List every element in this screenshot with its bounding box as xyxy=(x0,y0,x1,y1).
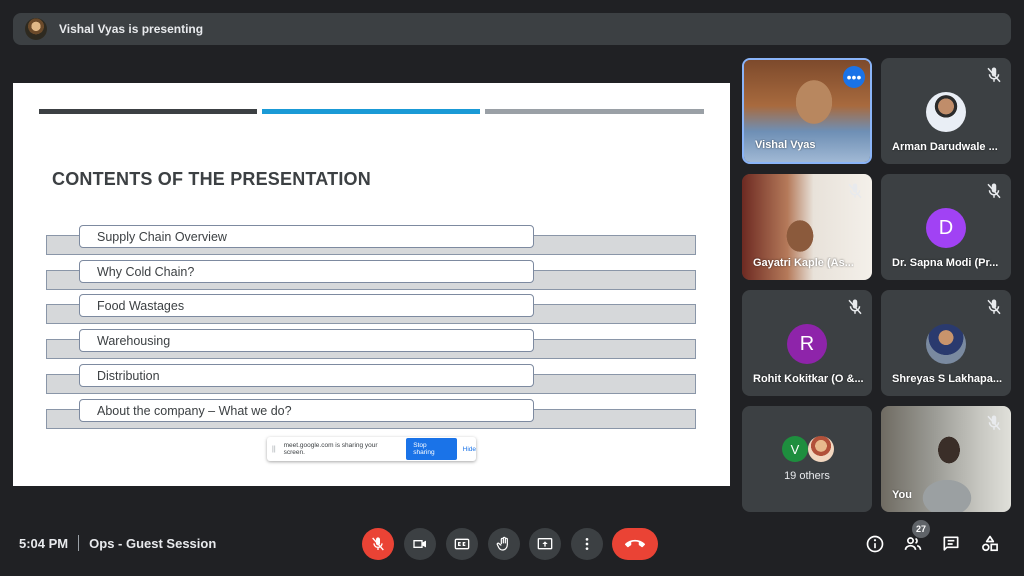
shared-screen: CONTENTS OF THE PRESENTATION Supply Chai… xyxy=(13,83,730,486)
contents-item: Food Wastages xyxy=(46,294,698,324)
avatar xyxy=(926,92,966,132)
contents-item: Warehousing xyxy=(46,329,698,359)
presenter-label: Vishal Vyas is presenting xyxy=(59,22,204,36)
contents-item: Distribution xyxy=(46,364,698,394)
presenter-bar: Vishal Vyas is presenting xyxy=(13,13,1011,45)
activities-button[interactable] xyxy=(978,532,1002,556)
participant-name: You xyxy=(892,489,912,501)
present-icon xyxy=(537,538,553,550)
screen-share-notice: || meet.google.com is sharing your scree… xyxy=(267,437,476,461)
contents-item: About the company – What we do? xyxy=(46,399,698,429)
participant-name: Arman Darudwale ... xyxy=(892,141,998,153)
hand-icon xyxy=(496,536,508,551)
present-screen-button[interactable] xyxy=(529,528,561,560)
mic-off-icon xyxy=(987,183,1001,199)
share-notice-text: meet.google.com is sharing your screen. xyxy=(283,442,378,456)
chat-button[interactable] xyxy=(939,532,963,556)
participant-name: Gayatri Kaple (As... xyxy=(753,257,854,269)
more-vert-icon xyxy=(585,538,589,550)
others-count: 19 others xyxy=(784,470,830,482)
meeting-details-button[interactable] xyxy=(863,532,887,556)
participant-tile-shreyas[interactable]: Shreyas S Lakhapa... xyxy=(881,290,1011,396)
more-options-button[interactable] xyxy=(571,528,603,560)
avatar: V xyxy=(782,436,808,462)
hide-button[interactable]: Hide xyxy=(463,446,476,453)
people-count-badge: 27 xyxy=(912,520,930,538)
mic-off-icon xyxy=(987,415,1001,431)
slide-bar-grey xyxy=(485,109,704,114)
slide-bar-dark xyxy=(39,109,257,114)
meeting-title: Ops - Guest Session xyxy=(89,535,217,551)
participant-tile-others[interactable]: V 19 others xyxy=(742,406,872,512)
camera-icon xyxy=(413,540,426,548)
participant-tile-gayatri[interactable]: Gayatri Kaple (As... xyxy=(742,174,872,280)
mic-off-icon xyxy=(372,537,384,551)
slide-bar-blue xyxy=(262,109,480,114)
stop-sharing-button[interactable]: Stop sharing xyxy=(406,438,457,460)
raise-hand-button[interactable] xyxy=(488,528,520,560)
mic-toggle-button[interactable] xyxy=(362,528,394,560)
participant-name: Dr. Sapna Modi (Pr... xyxy=(892,257,999,269)
leave-call-button[interactable] xyxy=(612,528,658,560)
captions-button[interactable] xyxy=(446,528,478,560)
mic-off-icon xyxy=(987,67,1001,83)
avatar: D xyxy=(926,208,966,248)
more-options-icon[interactable]: ••• xyxy=(843,66,865,88)
participant-tile-rohit[interactable]: R Rohit Kokitkar (O &... xyxy=(742,290,872,396)
contents-item: Why Cold Chain? xyxy=(46,260,698,290)
participant-tile-sapna[interactable]: D Dr. Sapna Modi (Pr... xyxy=(881,174,1011,280)
clock: 5:04 PM xyxy=(19,535,69,551)
contents-item: Supply Chain Overview xyxy=(46,225,698,255)
participant-tile-you[interactable]: You xyxy=(881,406,1011,512)
chat-icon xyxy=(943,536,959,551)
mic-off-icon xyxy=(987,299,1001,315)
mic-off-icon xyxy=(848,299,862,315)
mic-off-icon xyxy=(848,183,862,199)
participant-name: Shreyas S Lakhapa... xyxy=(892,373,1003,385)
participant-name: Vishal Vyas xyxy=(755,139,816,151)
closed-captions-icon xyxy=(454,538,470,550)
avatar xyxy=(808,436,834,462)
activities-icon xyxy=(982,535,998,552)
camera-toggle-button[interactable] xyxy=(404,528,436,560)
drag-handle-icon[interactable]: || xyxy=(272,446,276,453)
avatar: R xyxy=(787,324,827,364)
slide-title: CONTENTS OF THE PRESENTATION xyxy=(52,169,371,189)
end-call-icon xyxy=(625,539,645,548)
info-icon xyxy=(866,535,884,553)
avatar xyxy=(926,324,966,364)
meeting-info: 5:04 PM Ops - Guest Session xyxy=(19,535,216,551)
participant-name: Rohit Kokitkar (O &... xyxy=(753,373,864,385)
participant-tile-arman[interactable]: Arman Darudwale ... xyxy=(881,58,1011,164)
participant-tile-vishal[interactable]: ••• Vishal Vyas xyxy=(742,58,872,164)
presenter-avatar xyxy=(25,18,47,40)
